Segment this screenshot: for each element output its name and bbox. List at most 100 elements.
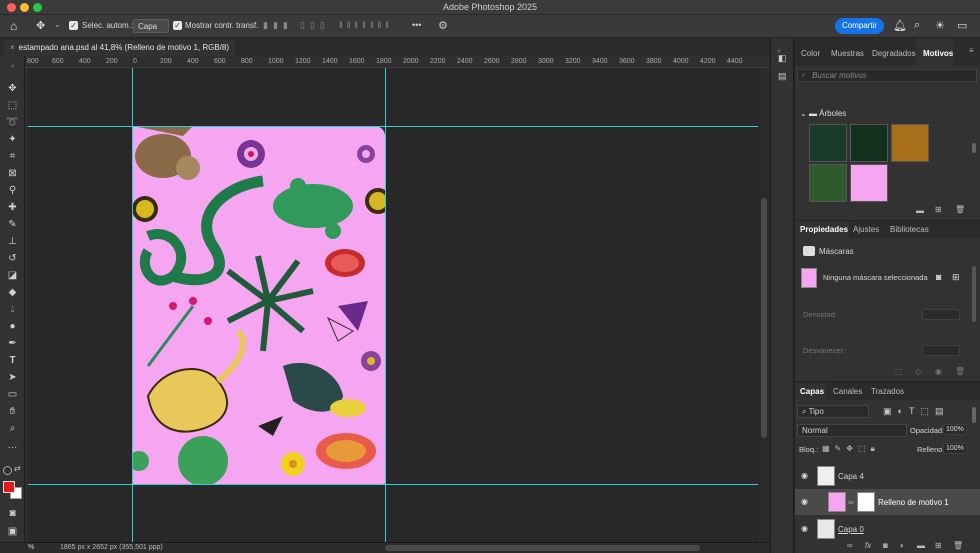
magic-wand-icon[interactable]: ✦ [5, 133, 20, 147]
eye-icon[interactable]: ◉ [801, 471, 808, 480]
lock-icons[interactable]: ▦✎✥⬚🔒︎ [822, 444, 880, 454]
tab-channels[interactable]: Canales [833, 387, 862, 396]
pen-tool-icon[interactable]: ✒ [5, 337, 20, 351]
zoom-level[interactable]: % [28, 544, 34, 551]
marquee-tool-icon[interactable]: ⬚ [5, 99, 20, 113]
link-layers-icon[interactable]: ∞ [847, 541, 853, 550]
pattern-group[interactable]: ⌄ ▬ Árboles [800, 109, 846, 118]
panel-scrollbar[interactable] [972, 143, 976, 153]
fx-icon[interactable]: fx [865, 541, 871, 550]
home-icon[interactable]: ⌂ [10, 19, 17, 33]
link-icon[interactable]: ∞ [848, 498, 854, 507]
foreground-color-swatch[interactable] [3, 481, 15, 493]
tab-patterns[interactable]: Motivos [923, 49, 953, 58]
more-options-icon[interactable]: ••• [412, 20, 421, 30]
pattern-swatch[interactable] [850, 164, 888, 202]
frame-tool-icon[interactable]: ⊠ [5, 167, 20, 181]
history-brush-icon[interactable]: ↺ [5, 252, 20, 266]
swap-colors-icon[interactable]: ⇄ [14, 464, 21, 473]
zoom-tool-icon[interactable]: ⌕ [5, 422, 20, 436]
chevron-down-icon[interactable]: ⌄ [54, 20, 61, 29]
new-group-icon[interactable]: ▬ [916, 206, 924, 215]
comments-icon[interactable]: ▤ [778, 71, 787, 82]
more-tools-icon[interactable]: … [5, 439, 20, 453]
document-canvas[interactable] [133, 126, 385, 485]
blend-mode-dropdown[interactable]: Normal [797, 424, 907, 437]
pattern-swatch[interactable] [809, 124, 847, 162]
eraser-icon[interactable]: ◪ [5, 269, 20, 283]
tab-gradients[interactable]: Degradados [872, 49, 916, 58]
vertical-scrollbar[interactable] [758, 68, 770, 542]
path-selection-icon[interactable]: ➤ [5, 371, 20, 385]
lasso-tool-icon[interactable]: ➰ [5, 116, 20, 130]
panel-menu-icon[interactable]: ≡ [969, 46, 974, 55]
default-colors-icon[interactable] [3, 466, 12, 475]
tab-layers[interactable]: Capas [800, 387, 824, 396]
tab-properties[interactable]: Propiedades [800, 225, 848, 234]
workspace-icon[interactable]: ▭ [957, 19, 967, 32]
type-tool-icon[interactable]: T [5, 354, 20, 368]
panel-scrollbar[interactable] [972, 407, 976, 423]
vertical-guide[interactable] [385, 68, 386, 542]
paint-bucket-icon[interactable]: ◆ [5, 286, 20, 300]
bell-icon[interactable]: 🔔︎ [893, 19, 907, 32]
tab-paths[interactable]: Trazados [871, 387, 904, 396]
new-pattern-icon[interactable]: ⊞ [935, 205, 942, 214]
auto-select-dropdown[interactable]: Capa [133, 19, 169, 33]
eye-icon[interactable]: ◉ [801, 497, 808, 506]
visibility-icon[interactable]: ◉ [935, 367, 942, 376]
layer-row[interactable]: ◉ Capa 4 [795, 463, 980, 489]
new-group-icon[interactable]: ▬ [917, 541, 925, 550]
gear-icon[interactable]: ⚙ [438, 19, 448, 32]
horizontal-guide[interactable] [28, 484, 758, 485]
trash-icon[interactable]: 🗑︎ [955, 205, 965, 214]
opacity-input[interactable]: 100% [943, 424, 967, 435]
add-pixel-mask-icon[interactable]: ◙ [936, 272, 941, 282]
distribute-icons[interactable]: ‖‖‖‖‖‖‖ [339, 20, 393, 30]
collapse-icon[interactable]: » [5, 60, 20, 74]
document-info[interactable]: 1865 px x 2652 px (355,501 ppp) [60, 544, 163, 551]
panel-scrollbar[interactable] [972, 266, 976, 322]
trash-icon[interactable]: 🗑︎ [953, 541, 963, 550]
adjustment-layer-icon[interactable]: ◐ [900, 541, 905, 550]
load-selection-icon[interactable]: ⬚ [895, 367, 903, 376]
document-tab[interactable]: × estampado ana.psd al 41,8% (Relleno de … [4, 40, 236, 56]
pattern-search-input[interactable]: ⌕ Buscar motivos [797, 69, 977, 82]
rectangle-tool-icon[interactable]: ▭ [5, 388, 20, 402]
search-icon[interactable]: ⌕ [914, 19, 920, 32]
pattern-swatch[interactable] [809, 164, 847, 202]
align-icons[interactable]: ▮▮▮ [263, 20, 293, 31]
tab-color[interactable]: Color [801, 49, 820, 58]
horizontal-scrollbar[interactable] [385, 545, 700, 551]
align-more-icons[interactable]: ▯▯▯ [300, 20, 330, 31]
tab-libraries[interactable]: Bibliotecas [890, 225, 929, 234]
add-mask-icon[interactable]: ◙ [883, 541, 888, 550]
scroll-thumb[interactable] [761, 198, 767, 438]
fill-input[interactable]: 100% [943, 443, 967, 454]
blur-tool-icon[interactable]: 💧︎ [5, 303, 20, 317]
trash-icon[interactable]: 🗑︎ [955, 367, 965, 376]
layer-row-selected[interactable]: ◉ ∞ Relleno de motivo 1 [795, 489, 980, 515]
vertical-guide[interactable] [132, 68, 133, 542]
layer-filter-icons[interactable]: ▣◐T⬚▤ [883, 406, 949, 417]
move-tool-icon[interactable]: ✥ [5, 82, 20, 96]
crop-tool-icon[interactable]: ⌗ [5, 150, 20, 164]
eye-icon[interactable]: ◉ [801, 524, 808, 533]
share-button[interactable]: Compartir [835, 18, 884, 34]
tab-adjustments[interactable]: Ajustes [853, 225, 879, 234]
screen-mode-icon[interactable]: ▣ [5, 525, 20, 539]
quick-mask-icon[interactable]: ◙ [5, 507, 20, 521]
new-layer-icon[interactable]: ⊞ [935, 541, 942, 550]
lightbulb-icon[interactable]: ☀ [935, 19, 945, 32]
learn-icon[interactable]: ◧ [778, 53, 787, 64]
hand-tool-icon[interactable]: ✋︎ [5, 405, 20, 419]
layer-filter-dropdown[interactable]: ⌕ Tipo [797, 405, 869, 418]
show-transform-checkbox[interactable]: ✓ [173, 21, 182, 30]
pattern-swatch[interactable] [891, 124, 929, 162]
layer-name[interactable]: Capa 0 [838, 525, 864, 534]
eyedropper-icon[interactable]: ⚲ [5, 184, 20, 198]
layer-name[interactable]: Capa 4 [838, 472, 864, 481]
tab-swatches[interactable]: Muestras [831, 49, 864, 58]
add-vector-mask-icon[interactable]: ⊞ [952, 272, 960, 283]
healing-brush-icon[interactable]: ✚ [5, 201, 20, 215]
